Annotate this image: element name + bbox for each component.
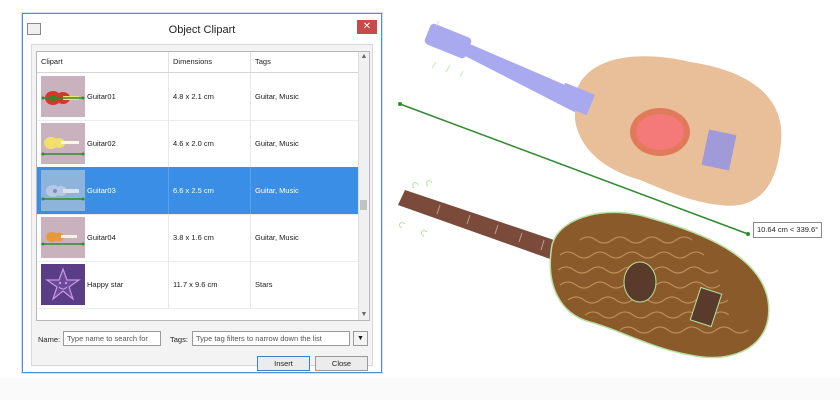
scroll-down-icon[interactable]: ▼ xyxy=(359,310,369,320)
flat-guitar-graphic[interactable] xyxy=(423,20,782,206)
column-header-clipart[interactable]: Clipart xyxy=(37,52,169,72)
clipart-tags: Guitar, Music xyxy=(255,92,299,101)
scroll-up-icon[interactable]: ▲ xyxy=(359,52,369,62)
guitar-thumbnail-icon xyxy=(41,123,85,164)
clipart-name: Guitar01 xyxy=(83,73,169,120)
clipart-name: Guitar02 xyxy=(83,120,169,167)
tags-label: Tags: xyxy=(170,335,188,344)
close-icon[interactable]: ✕ xyxy=(357,20,377,34)
star-thumbnail-icon xyxy=(41,264,85,305)
name-label: Name: xyxy=(38,335,61,344)
clipart-tags: Stars xyxy=(255,280,273,289)
clipart-tags: Guitar, Music xyxy=(255,186,299,195)
object-clipart-dialog: Object Clipart ✕ Clipart Dimensions Tags xyxy=(22,13,382,373)
table-row[interactable]: Guitar02 4.6 x 2.0 cm Guitar, Music xyxy=(37,120,359,168)
clipart-dimensions: 4.6 x 2.0 cm xyxy=(169,120,251,167)
clipart-dimensions: 6.6 x 2.5 cm xyxy=(169,167,251,214)
guitar-thumbnail-icon xyxy=(41,217,85,258)
clipart-dimensions: 11.7 x 9.6 cm xyxy=(169,261,251,308)
clipart-table: Clipart Dimensions Tags Guitar01 4.8 x 2… xyxy=(36,51,370,321)
tags-dropdown-icon[interactable]: ▼ xyxy=(353,331,368,346)
dialog-titlebar[interactable]: Object Clipart ✕ xyxy=(23,14,381,44)
clipart-tags: Guitar, Music xyxy=(255,139,299,148)
table-row[interactable]: Happy star 11.7 x 9.6 cm Stars xyxy=(37,261,359,309)
guitar-thumbnail-icon xyxy=(41,76,85,117)
clipart-name: Guitar04 xyxy=(83,214,169,261)
column-header-tags[interactable]: Tags xyxy=(251,52,359,72)
clipart-dimensions: 3.8 x 1.6 cm xyxy=(169,214,251,261)
table-row[interactable]: Guitar01 4.8 x 2.1 cm Guitar, Music xyxy=(37,73,359,121)
tags-filter-input[interactable] xyxy=(192,331,350,346)
clipart-tags: Guitar, Music xyxy=(255,233,299,242)
clipart-dimensions: 4.8 x 2.1 cm xyxy=(169,73,251,120)
clipart-name: Happy star xyxy=(83,261,169,308)
scrollbar-thumb[interactable] xyxy=(360,200,367,210)
table-row-selected[interactable]: Guitar03 6.6 x 2.5 cm Guitar, Music xyxy=(37,167,359,215)
measurement-readout: 10.64 cm < 339.6° xyxy=(753,222,823,238)
embroidered-guitar-graphic[interactable] xyxy=(398,180,770,359)
clipart-name: Guitar03 xyxy=(83,167,169,214)
name-search-input[interactable] xyxy=(63,331,161,346)
table-scrollbar[interactable]: ▲ ▼ xyxy=(358,52,369,320)
design-canvas[interactable] xyxy=(380,0,840,378)
guitar-thumbnail-icon xyxy=(41,170,85,211)
column-header-dimensions[interactable]: Dimensions xyxy=(169,52,251,72)
insert-button[interactable]: Insert xyxy=(257,356,310,371)
workspace-bottom-band xyxy=(0,378,840,400)
table-header: Clipart Dimensions Tags xyxy=(37,52,359,73)
dialog-title: Object Clipart xyxy=(168,24,236,36)
close-button[interactable]: Close xyxy=(315,356,368,371)
table-row[interactable]: Guitar04 3.8 x 1.6 cm Guitar, Music xyxy=(37,214,359,262)
dialog-body: Clipart Dimensions Tags Guitar01 4.8 x 2… xyxy=(31,44,373,371)
